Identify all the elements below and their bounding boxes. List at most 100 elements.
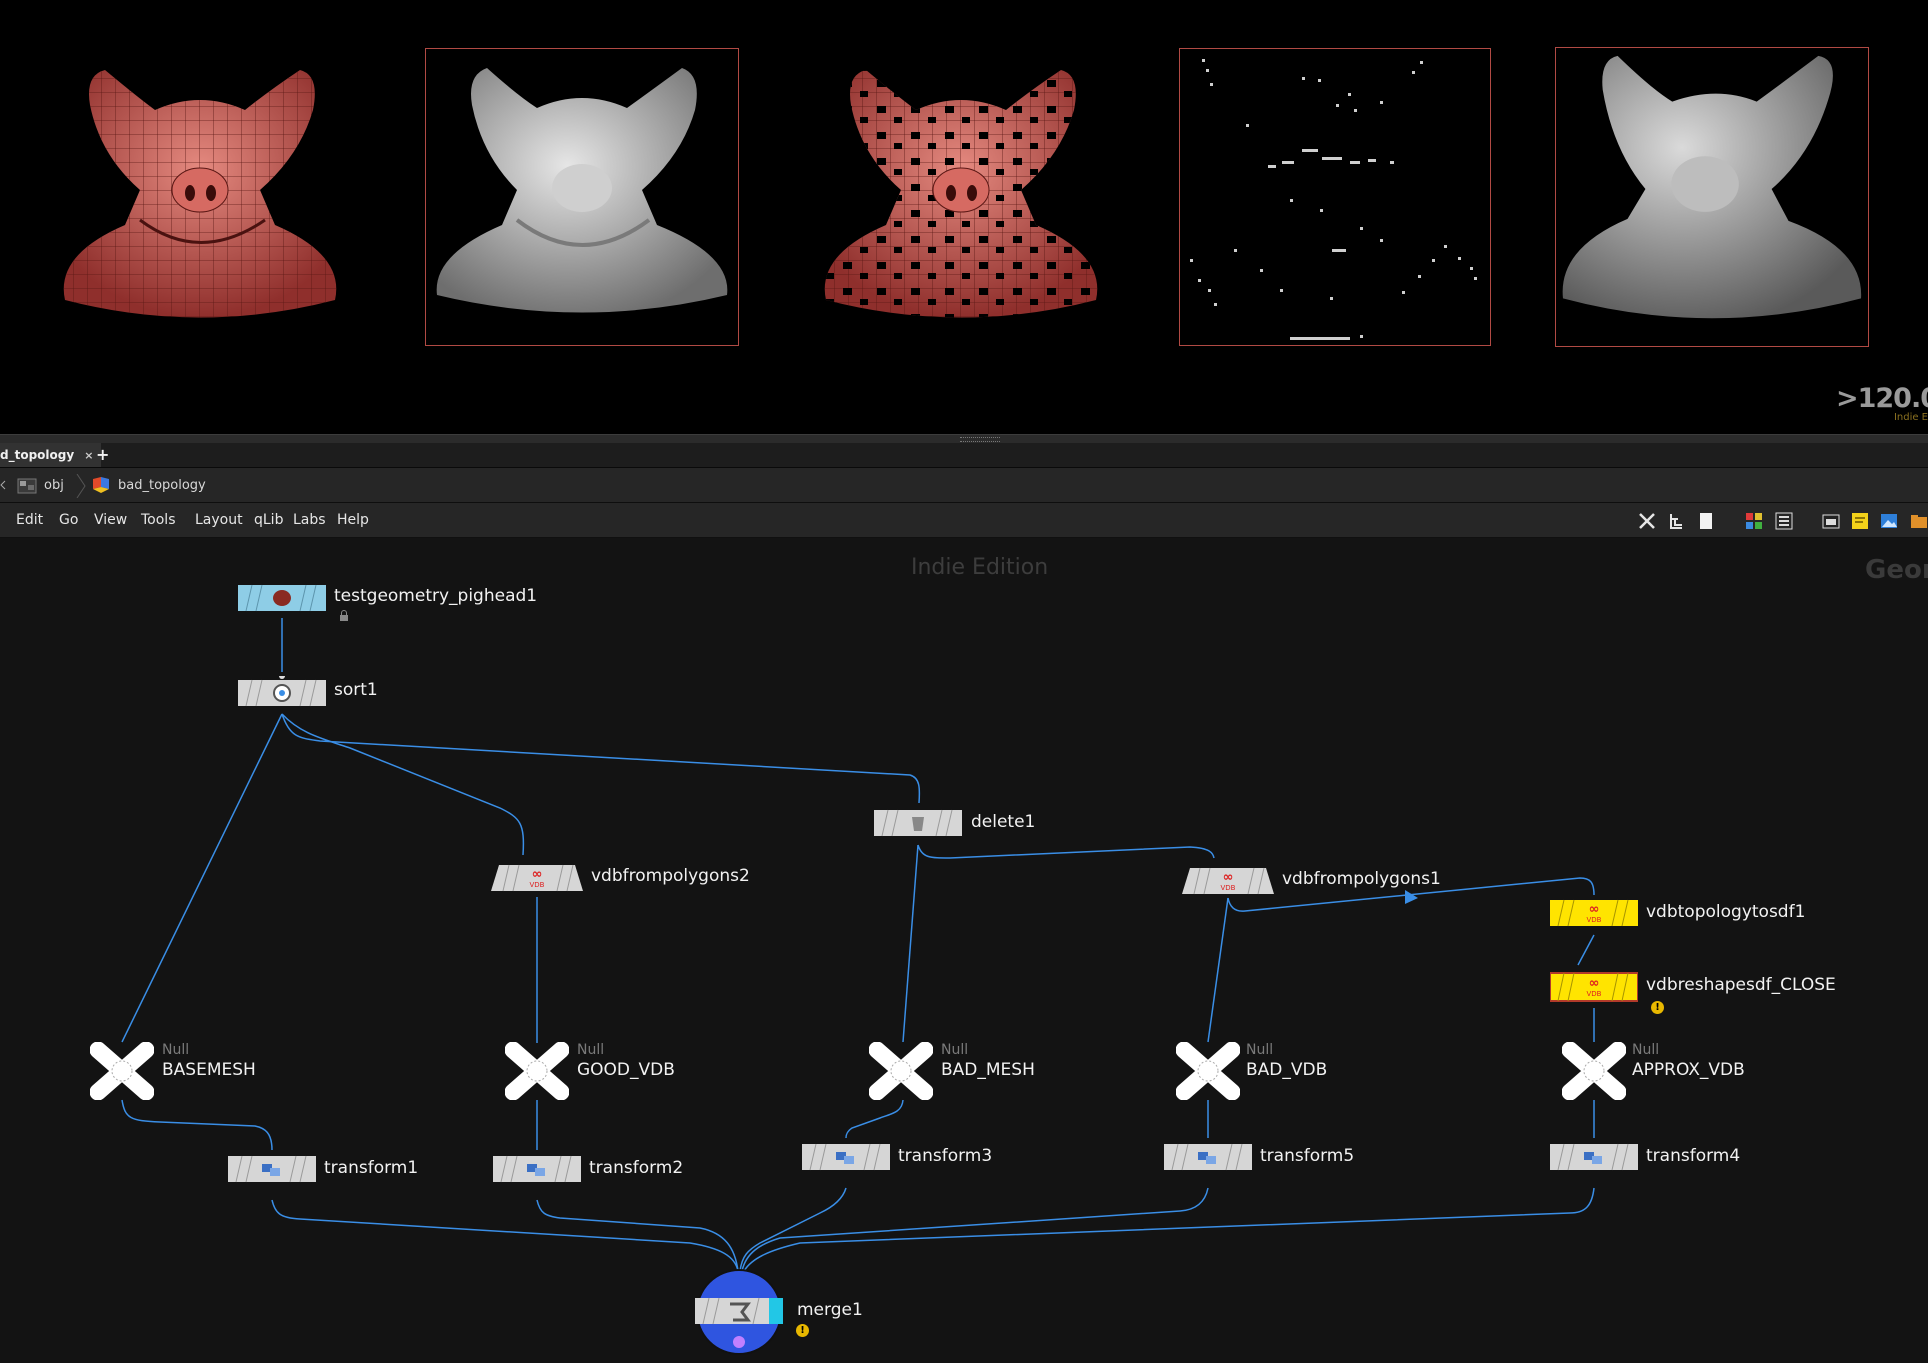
warning-icon[interactable]: ! [1651,1001,1664,1014]
node-body[interactable]: ∞ VDB [1550,898,1638,928]
wire-direction-arrow [1405,890,1418,904]
node-body[interactable]: ∞ VDB [491,861,583,895]
null-icon[interactable] [504,1041,570,1101]
node-body[interactable] [238,583,326,613]
svg-text:∞: ∞ [1589,902,1600,917]
node-name: transform2 [589,1158,684,1178]
node-name: vdbfrompolygons1 [1282,869,1441,889]
svg-text:∞: ∞ [1589,976,1600,991]
node-name: transform3 [898,1146,993,1166]
breadcrumb-bad-topology[interactable]: bad_topology [90,473,206,497]
breadcrumb-obj[interactable]: obj [16,473,64,497]
node-name: delete1 [971,812,1036,832]
node-body[interactable]: ∞ VDB [1549,971,1639,1003]
node-transform1[interactable]: transform1 [228,1154,418,1188]
node-name: vdbtopologytosdf1 [1646,902,1806,922]
menu-labs[interactable]: Labs [293,512,326,528]
node-sort1[interactable]: sort1 [238,673,378,714]
vdb-icon: VDB [1587,916,1602,924]
null-icon[interactable] [89,1041,155,1101]
node-body[interactable] [1550,1142,1638,1172]
node-transform4[interactable]: transform4 [1550,1142,1740,1176]
node-vdbtopologytosdf1[interactable]: ∞ VDB vdbtopologytosdf1 [1550,898,1805,932]
tab-bad-topology[interactable]: d_topology × [0,443,102,467]
obj-network-icon [17,478,37,494]
color-palette-icon[interactable] [1745,512,1763,530]
node-name: merge1 [797,1300,863,1320]
bad-vdb-render [1190,59,1477,340]
geometry-object-icon [93,477,109,493]
node-body[interactable]: ∞ VDB [1182,864,1274,898]
menu-layout[interactable]: Layout [195,512,243,528]
node-delete1[interactable]: delete1 [874,808,1035,842]
node-transform5[interactable]: transform5 [1164,1142,1354,1176]
node-good-vdb[interactable]: Null GOOD_VDB [504,1041,675,1104]
wire [902,844,919,1043]
node-bad-vdb[interactable]: Null BAD_VDB [1175,1041,1327,1104]
node-type: Null [577,1042,605,1058]
menu-go[interactable]: Go [59,512,78,528]
folder-icon[interactable] [1910,512,1928,530]
pighead-base-render [63,70,337,318]
tree-icon[interactable] [1668,512,1686,530]
node-testgeometry-pighead1[interactable]: testgeometry_pighead1 [238,583,537,621]
node-body[interactable] [228,1154,316,1184]
vdb-icon: VDB [1587,990,1602,998]
chevron-left-icon[interactable] [0,480,6,490]
network-editor[interactable]: Indie Edition Geon [0,538,1928,1363]
close-icon[interactable]: × [84,449,93,462]
node-body[interactable] [238,673,326,710]
node-name: transform4 [1646,1146,1741,1166]
node-body[interactable] [874,808,962,838]
page-icon[interactable] [1697,512,1715,530]
breadcrumb-label: bad_topology [118,477,206,493]
warning-icon[interactable]: ! [796,1324,809,1337]
viewport[interactable]: >120.0 Indie E [0,0,1928,434]
null-icon[interactable] [1175,1041,1241,1101]
menu-tools[interactable]: Tools [141,512,176,528]
node-name: sort1 [334,680,378,700]
node-basemesh[interactable]: Null BASEMESH [89,1041,256,1104]
vdb-icon: VDB [530,881,545,889]
node-name: BAD_MESH [941,1060,1035,1080]
menu-qlib[interactable]: qLib [254,512,283,528]
menu-edit[interactable]: Edit [16,512,43,528]
node-name: transform5 [1260,1146,1355,1166]
node-merge1[interactable]: merge1 ! [695,1268,863,1360]
fps-edition-label: Indie E [1893,412,1928,423]
null-icon[interactable] [1561,1041,1627,1101]
pighead-bad-mesh-render [824,70,1098,318]
null-icon[interactable] [868,1041,934,1101]
network-menu-bar: Edit Go View Tools Layout qLib Labs Help [0,503,1928,538]
wire [281,713,525,856]
tab-label: d_topology [0,448,75,462]
menu-view[interactable]: View [94,512,127,528]
node-vdbreshapesdf-close[interactable]: ∞ VDB vdbreshapesdf_CLOSE ! [1549,971,1836,1014]
menu-help[interactable]: Help [337,512,369,528]
node-name: GOOD_VDB [577,1060,675,1080]
splitter-grip[interactable] [960,437,1000,442]
network-box-icon[interactable] [1822,512,1840,530]
node-transform2[interactable]: transform2 [493,1154,683,1188]
node-body[interactable] [802,1142,890,1172]
node-vdbfrompolygons1[interactable]: ∞ VDB vdbfrompolygons1 [1182,864,1441,902]
node-vdbfrompolygons2[interactable]: ∞ VDB vdbfrompolygons2 [491,861,750,899]
node-body[interactable] [1164,1142,1252,1172]
wire [1207,897,1229,1043]
node-body[interactable] [493,1154,581,1184]
node-approx-vdb[interactable]: Null APPROX_VDB [1561,1041,1745,1104]
pighead-good-vdb-render [436,68,728,313]
breadcrumb-separator [76,474,86,498]
list-icon[interactable] [1775,512,1793,530]
sticky-note-icon[interactable] [1851,512,1869,530]
pighead-approx-vdb-render [1562,55,1862,319]
node-transform3[interactable]: transform3 [802,1142,992,1176]
node-name: APPROX_VDB [1632,1060,1745,1080]
merge-node-body[interactable] [695,1268,785,1356]
node-bad-mesh[interactable]: Null BAD_MESH [868,1041,1035,1104]
tools-icon[interactable] [1638,512,1656,530]
add-tab-button[interactable]: + [96,443,109,467]
lock-icon [340,610,348,621]
image-icon[interactable] [1880,512,1898,530]
node-type: Null [162,1042,190,1058]
